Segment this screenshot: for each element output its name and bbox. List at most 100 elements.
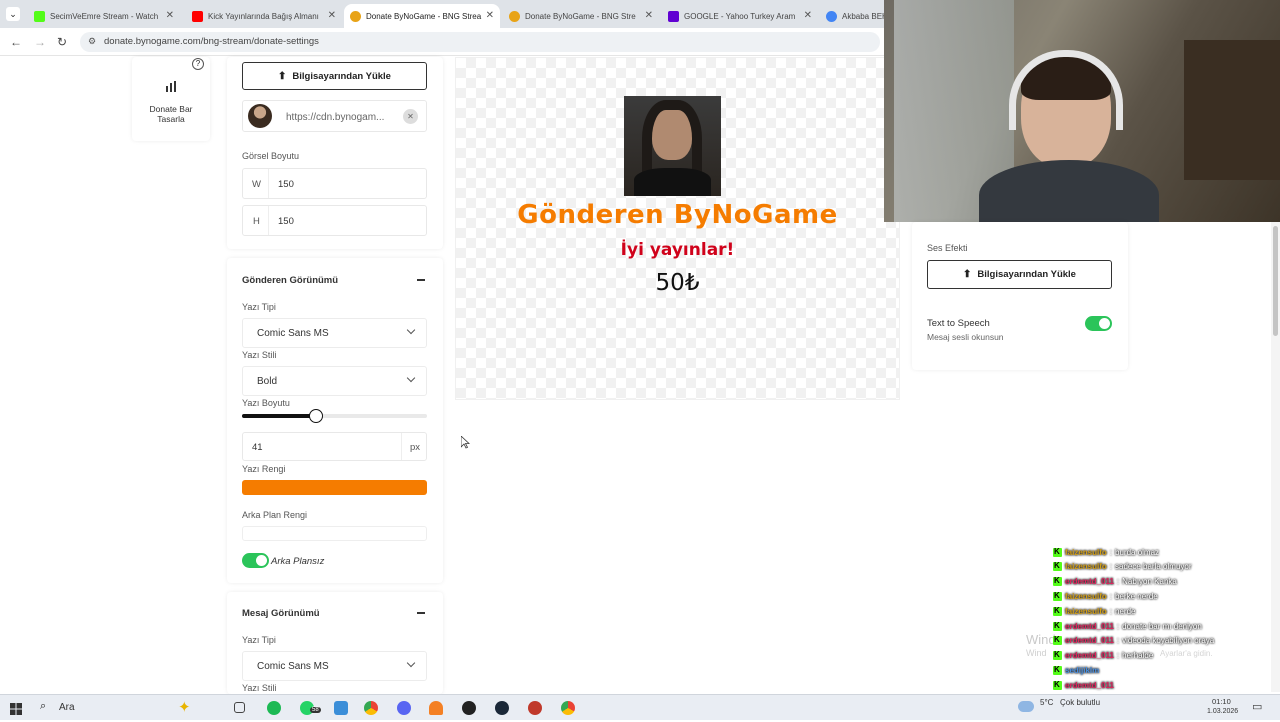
size-slider[interactable] xyxy=(242,409,427,423)
size-label: Yazı Boyutu xyxy=(242,398,290,408)
tab-5[interactable]: GOOGLE - Yahoo Turkey Aram ✕ xyxy=(662,4,818,28)
tab-6[interactable]: Akbaba BEH xyxy=(820,4,884,28)
kick-badge-icon xyxy=(1053,561,1062,572)
tab-3-active[interactable]: Donate ByNoGame - BNG Strea ✕ xyxy=(344,4,500,28)
close-tab-icon[interactable]: ✕ xyxy=(328,10,336,21)
close-tab-icon[interactable]: ✕ xyxy=(166,10,174,21)
obs-icon[interactable] xyxy=(462,701,476,715)
collapse-icon[interactable] xyxy=(417,612,425,614)
donate-bar-label[interactable]: Donate Bar Tasarla xyxy=(142,104,200,124)
address-bar-row: ← → ↻ ⚙ donate.bynogame.com/bng-stream/d… xyxy=(0,28,884,56)
chrome-active-icon[interactable] xyxy=(561,701,575,715)
files-icon[interactable] xyxy=(334,701,348,715)
kick-badge-icon xyxy=(1053,635,1062,646)
scrollbar-thumb[interactable] xyxy=(1273,226,1278,336)
kick-favicon-icon xyxy=(34,10,45,22)
weather-icon[interactable] xyxy=(1018,701,1034,712)
help-icon[interactable]: ? xyxy=(192,58,204,70)
chrome-icon[interactable] xyxy=(364,701,378,715)
text-color-label: Yazı Rengi xyxy=(242,464,286,474)
style-select[interactable]: Bold xyxy=(242,366,427,396)
chat-text: donate bar mı deniyon xyxy=(1122,621,1202,631)
weather-desc[interactable]: Çok bulutlu xyxy=(1060,698,1100,707)
kick-badge-icon xyxy=(1053,591,1062,601)
preview-image xyxy=(624,96,721,196)
chat-separator: : xyxy=(1116,636,1120,646)
spotify-icon[interactable] xyxy=(267,701,281,715)
tab-1[interactable]: SecimVeEmre Stream - Watch ✕ xyxy=(28,4,180,28)
browser-tab-strip: ⌄ SecimVeEmre Stream - Watch ✕ Kick Yayı… xyxy=(0,0,884,28)
image-url-field[interactable]: https://cdn.bynogam... ✕ xyxy=(242,100,427,132)
tab-title: Kick Yayınlarında Bağış Almanı xyxy=(208,11,319,21)
text-color-swatch[interactable] xyxy=(242,480,427,495)
close-tab-icon[interactable]: ✕ xyxy=(804,10,812,21)
chat-message: erdemtd_011:donate bar mı deniyon xyxy=(1053,619,1202,633)
search-icon[interactable]: ⌕ xyxy=(40,700,46,713)
preview-amount-text: 50₺ xyxy=(655,270,700,296)
copilot-sparkle-icon[interactable]: ✦ xyxy=(178,698,191,716)
slider-thumb[interactable] xyxy=(309,409,323,423)
app-icon[interactable] xyxy=(528,701,542,715)
clock-time[interactable]: 01:10 xyxy=(1212,697,1231,706)
url-field[interactable]: ⚙ donate.bynogame.com/bng-stream/donate-… xyxy=(80,32,880,52)
steam-icon[interactable] xyxy=(495,701,509,715)
chat-message: faizensulfo:nerde xyxy=(1053,604,1135,618)
font-value: Comic Sans MS xyxy=(257,328,329,339)
transparent-toggle[interactable] xyxy=(242,553,269,568)
webcam-overlay xyxy=(884,0,1280,222)
close-tab-icon[interactable]: ✕ xyxy=(486,10,494,21)
collapse-icon[interactable] xyxy=(417,279,425,281)
size-unit: px xyxy=(410,442,421,453)
height-field[interactable]: H 150 xyxy=(242,205,427,236)
tab-title: GOOGLE - Yahoo Turkey Aram xyxy=(684,11,796,21)
tab-4[interactable]: Donate ByNoGame - BNG Stre ✕ xyxy=(503,4,659,28)
style-label: Yazı Stili xyxy=(242,683,277,693)
notification-icon[interactable]: ▭ xyxy=(1252,700,1262,713)
tab-title: Donate ByNoGame - BNG Stre xyxy=(525,11,636,21)
discord-icon[interactable] xyxy=(397,701,411,715)
forward-icon[interactable]: → xyxy=(34,35,46,49)
bg-color-swatch[interactable] xyxy=(242,526,427,541)
back-icon[interactable]: ← xyxy=(10,35,22,49)
weather-temp[interactable]: 5°C xyxy=(1040,698,1053,707)
chat-username: erdemtd_011 xyxy=(1065,636,1114,646)
tts-description: Mesaj sesli okunsun xyxy=(927,332,1004,342)
style-label: Yazı Stili xyxy=(242,350,277,360)
bar-chart-icon[interactable] xyxy=(165,79,177,92)
width-field[interactable]: W 150 xyxy=(242,168,427,199)
font-label: Yazı Tipi xyxy=(242,302,276,312)
whatsapp-badge: 58 xyxy=(310,707,321,713)
chat-separator: : xyxy=(1116,577,1120,587)
reload-icon[interactable]: ↻ xyxy=(57,35,67,49)
donate-bar-nav-card: ? Donate Bar Tasarla xyxy=(132,57,210,141)
start-icon[interactable] xyxy=(10,702,22,715)
kick-badge-icon xyxy=(1053,621,1062,631)
image-upload-button[interactable]: ⬆ Bilgisayarından Yükle xyxy=(242,62,427,90)
close-tab-icon[interactable]: ✕ xyxy=(645,10,653,21)
search-label[interactable]: Ara xyxy=(59,702,75,713)
upload-label: Bilgisayarından Yükle xyxy=(292,70,391,82)
chevron-down-icon xyxy=(406,325,416,335)
height-value: 150 xyxy=(278,216,294,227)
task-view-icon[interactable] xyxy=(234,702,245,713)
tab-2[interactable]: Kick Yayınlarında Bağış Almanı ✕ xyxy=(186,4,342,28)
sound-upload-button[interactable]: ⬆ Bilgisayarından Yükle xyxy=(927,260,1112,289)
chevron-down-icon xyxy=(406,373,416,383)
size-input[interactable]: 41 px xyxy=(242,432,427,461)
message-appearance-title: Mesaj Görünümü xyxy=(242,608,320,619)
chat-separator: : xyxy=(1109,591,1113,601)
font-select[interactable]: Comic Sans MS xyxy=(242,651,427,681)
bg-color-label: Arka Plan Rengi xyxy=(242,510,308,520)
chat-message: faizensulfo:sadece barla olmuyor xyxy=(1053,560,1192,574)
tts-toggle[interactable] xyxy=(1085,316,1112,331)
clock-date[interactable]: 1.03.2026 xyxy=(1207,708,1238,715)
font-select[interactable]: Comic Sans MS xyxy=(242,318,427,348)
chat-username: faizensulfo xyxy=(1065,591,1107,601)
cloud-app-icon[interactable] xyxy=(429,701,443,715)
tab-list-menu-icon[interactable]: ⌄ xyxy=(6,7,20,21)
url-text: donate.bynogame.com/bng-stream/donate-se… xyxy=(104,36,319,47)
site-info-icon[interactable]: ⚙ xyxy=(88,36,96,47)
clear-icon[interactable]: ✕ xyxy=(403,109,418,124)
style-value: Bold xyxy=(257,376,278,387)
chat-text: nerde xyxy=(1115,606,1136,616)
